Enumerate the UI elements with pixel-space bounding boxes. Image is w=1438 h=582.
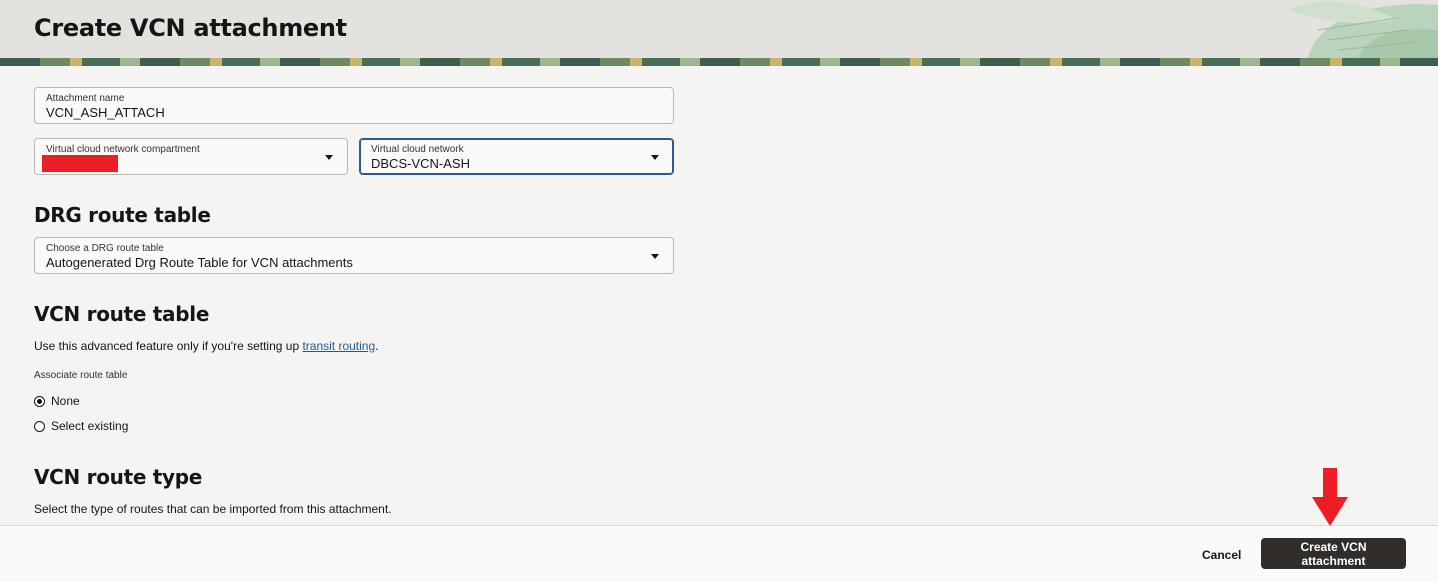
drg-route-table-label: Choose a DRG route table: [46, 243, 164, 254]
attachment-name-field[interactable]: Attachment name VCN_ASH_ATTACH: [34, 87, 674, 124]
compartment-select[interactable]: Virtual cloud network compartment: [34, 138, 348, 175]
description-suffix: .: [375, 339, 379, 353]
description-prefix: Use this advanced feature only if you're…: [34, 339, 303, 353]
attachment-name-label: Attachment name: [46, 93, 125, 104]
chevron-down-icon: [651, 254, 659, 259]
cancel-button[interactable]: Cancel: [1196, 544, 1247, 566]
vcn-label: Virtual cloud network: [371, 144, 464, 155]
compartment-label: Virtual cloud network compartment: [46, 144, 200, 155]
drg-route-table-value: Autogenerated Drg Route Table for VCN at…: [46, 255, 353, 270]
attachment-name-value: VCN_ASH_ATTACH: [46, 105, 165, 120]
vcn-route-type-description: Select the type of routes that can be im…: [34, 502, 392, 516]
associate-route-table-label: Associate route table: [34, 370, 128, 381]
vcn-select[interactable]: Virtual cloud network DBCS-VCN-ASH: [359, 138, 674, 175]
vcn-route-table-heading: VCN route table: [34, 302, 210, 326]
create-vcn-attachment-button[interactable]: Create VCN attachment: [1261, 538, 1406, 569]
radio-unchecked-icon[interactable]: [34, 420, 45, 432]
vcn-value: DBCS-VCN-ASH: [371, 156, 470, 171]
red-arrow-annotation-icon: [1312, 468, 1348, 526]
drg-route-table-select[interactable]: Choose a DRG route table Autogenerated D…: [34, 237, 674, 274]
vcn-route-type-heading: VCN route type: [34, 465, 203, 489]
transit-routing-link[interactable]: transit routing: [302, 339, 375, 353]
chevron-down-icon: [651, 155, 659, 160]
decorative-leaf-art: [1288, 1, 1438, 58]
radio-checked-icon[interactable]: [34, 395, 45, 407]
page-header: Create VCN attachment: [0, 0, 1438, 58]
vcn-route-table-description: Use this advanced feature only if you're…: [34, 339, 379, 353]
page-title: Create VCN attachment: [34, 14, 347, 42]
action-footer: Cancel Create VCN attachment: [0, 525, 1438, 582]
radio-select-existing[interactable]: Select existing: [34, 419, 128, 433]
redacted-compartment-value: [42, 155, 118, 172]
chevron-down-icon: [325, 155, 333, 160]
radio-none-label: None: [51, 394, 80, 408]
radio-none[interactable]: None: [34, 394, 80, 408]
radio-select-existing-label: Select existing: [51, 419, 129, 433]
drg-route-table-heading: DRG route table: [34, 203, 211, 227]
decorative-pattern-strip: [0, 58, 1438, 66]
